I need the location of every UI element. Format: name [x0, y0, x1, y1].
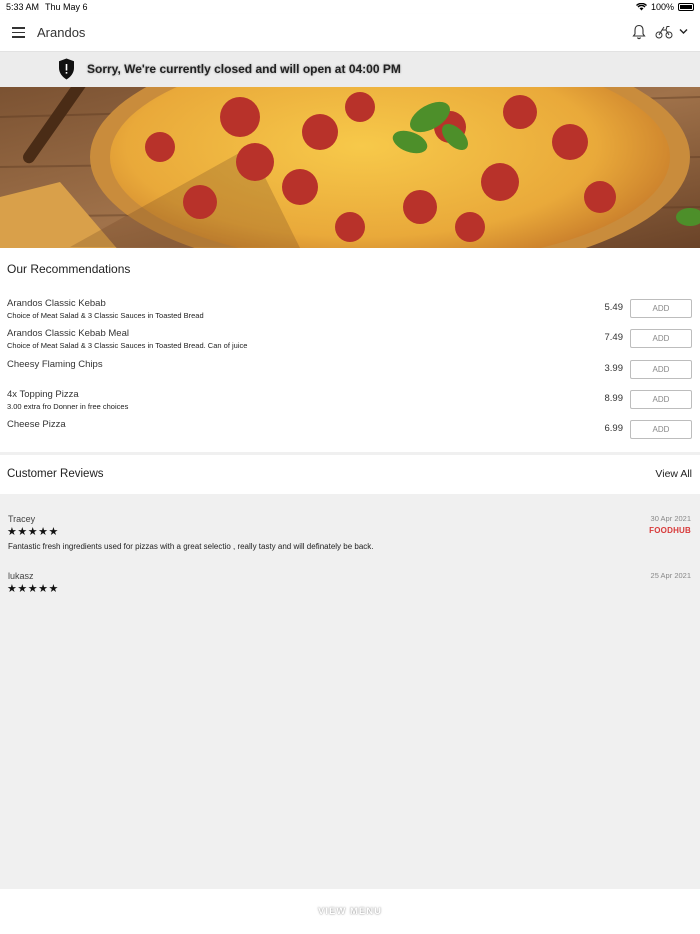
item-price: 8.99: [604, 393, 624, 404]
list-item: 4x Topping Pizza 3.00 extra fro Donner i…: [0, 389, 700, 419]
review-date: 25 Apr 2021: [650, 571, 691, 580]
recommendations-section: Our Recommendations Arandos Classic Keba…: [0, 248, 700, 452]
pizza-illustration: [0, 87, 700, 248]
bell-icon[interactable]: [632, 24, 646, 40]
list-item: Arandos Classic Kebab Choice of Meat Sal…: [0, 298, 700, 328]
status-date: Thu May 6: [45, 2, 88, 12]
star-rating: ★★★★★: [7, 526, 59, 538]
hero-image: [0, 87, 700, 248]
reviewer-name: Tracey: [8, 514, 36, 524]
list-item: Arandos Classic Kebab Meal Choice of Mea…: [0, 328, 700, 358]
item-price: 6.99: [604, 423, 624, 434]
item-description: 3.00 extra fro Donner in free choices: [7, 402, 129, 411]
battery-percent: 100%: [650, 2, 674, 12]
item-price: 3.99: [604, 363, 624, 374]
item-name: Cheese Pizza: [7, 419, 66, 430]
page-title: Arandos: [37, 25, 86, 40]
item-price: 5.49: [604, 302, 624, 313]
review-date: 30 Apr 2021: [650, 514, 691, 523]
reviews-header: Customer Reviews View All: [0, 455, 700, 494]
view-all-link[interactable]: View All: [655, 468, 692, 480]
bike-icon[interactable]: [655, 25, 673, 39]
reviewer-name: lukasz: [8, 571, 34, 581]
review-item: Tracey 30 Apr 2021 ★★★★★ FOODHUB Fantast…: [0, 514, 700, 564]
star-rating: ★★★★★: [7, 583, 59, 595]
add-button[interactable]: ADD: [630, 299, 692, 318]
chevron-down-icon[interactable]: [678, 26, 689, 37]
item-price: 7.49: [604, 332, 624, 343]
list-item: Cheesy Flaming Chips 3.99 ADD: [0, 359, 700, 389]
status-bar: 5:33 AM Thu May 6 100%: [0, 0, 700, 14]
review-text: Fantastic fresh ingredients used for piz…: [8, 542, 374, 551]
item-name: Arandos Classic Kebab Meal: [7, 328, 129, 339]
footer-bar: VIEW MENU: [0, 889, 700, 934]
item-description: Choice of Meat Salad & 3 Classic Sauces …: [7, 341, 248, 350]
item-name: Arandos Classic Kebab: [7, 298, 106, 309]
add-button[interactable]: ADD: [630, 390, 692, 409]
battery-icon: [678, 3, 694, 11]
menu-icon[interactable]: [12, 27, 25, 38]
item-description: Choice of Meat Salad & 3 Classic Sauces …: [7, 311, 204, 320]
review-item: lukasz 25 Apr 2021 ★★★★★: [0, 571, 700, 621]
wifi-icon: [635, 3, 647, 11]
reviews-title: Customer Reviews: [7, 468, 104, 480]
view-menu-button[interactable]: VIEW MENU: [0, 906, 700, 917]
status-time: 5:33 AM: [6, 2, 40, 12]
foodhub-logo: FOODHUB: [649, 526, 691, 535]
add-button[interactable]: ADD: [630, 329, 692, 348]
add-button[interactable]: ADD: [630, 420, 692, 439]
item-name: Cheesy Flaming Chips: [7, 359, 103, 370]
closed-banner: Sorry, We're currently closed and will o…: [0, 52, 700, 87]
add-button[interactable]: ADD: [630, 360, 692, 379]
recommendations-title: Our Recommendations: [7, 262, 131, 276]
top-bar: Arandos: [0, 14, 700, 52]
closed-message: Sorry, We're currently closed and will o…: [87, 62, 401, 76]
shield-alert-icon: [59, 58, 74, 80]
item-name: 4x Topping Pizza: [7, 389, 79, 400]
status-right: 100%: [635, 2, 694, 12]
list-item: Cheese Pizza 6.99 ADD: [0, 419, 700, 449]
